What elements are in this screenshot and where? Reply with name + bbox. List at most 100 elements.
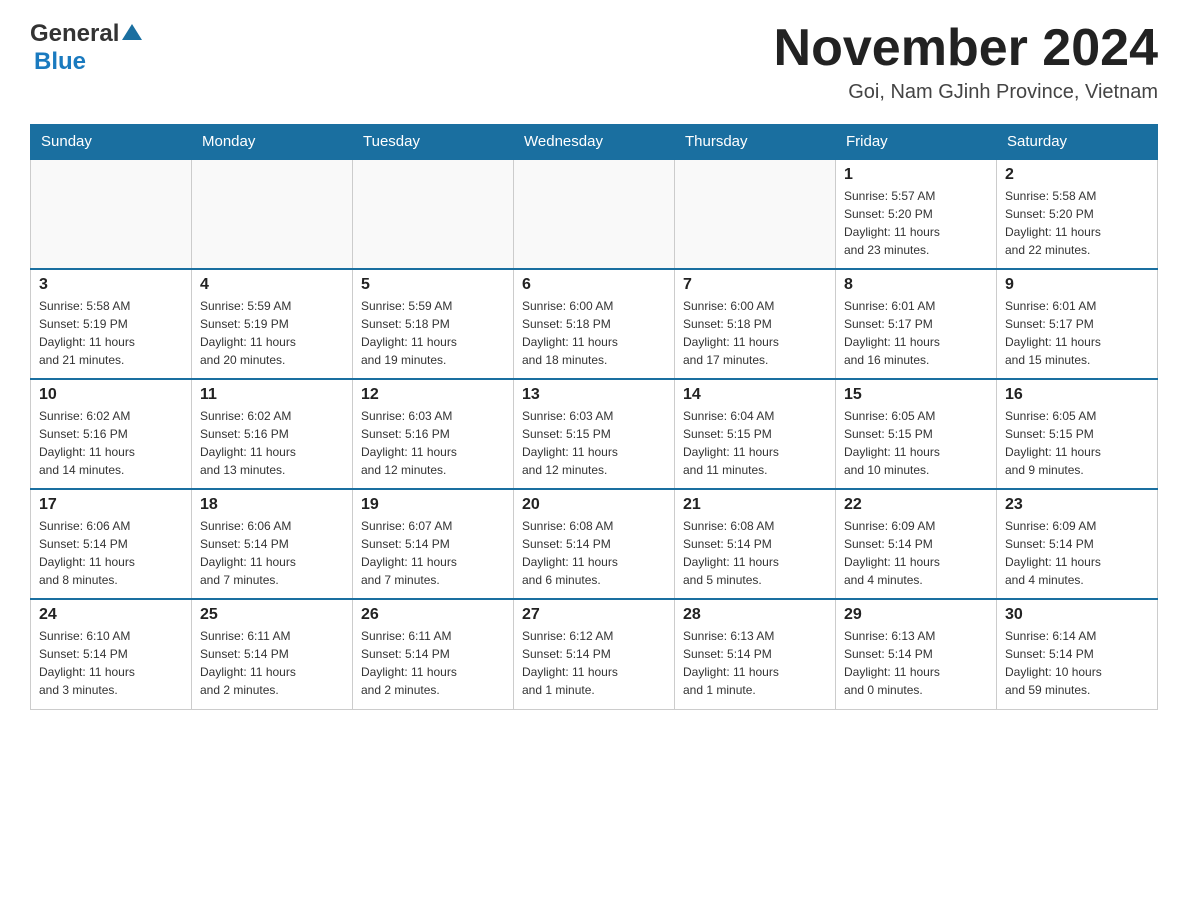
day-number: 13: [522, 386, 666, 404]
day-number: 28: [683, 606, 827, 624]
table-row: [353, 159, 514, 269]
table-row: 28 Sunrise: 6:13 AM Sunset: 5:14 PM Dayli…: [675, 599, 836, 709]
day-info: Sunrise: 6:11 AM Sunset: 5:14 PM Dayligh…: [361, 627, 505, 699]
day-number: 16: [1005, 386, 1149, 404]
day-number: 14: [683, 386, 827, 404]
calendar-week-row: 3 Sunrise: 5:58 AM Sunset: 5:19 PM Daylig…: [31, 269, 1158, 379]
day-number: 26: [361, 606, 505, 624]
day-info: Sunrise: 6:13 AM Sunset: 5:14 PM Dayligh…: [683, 627, 827, 699]
col-sunday: Sunday: [31, 125, 192, 160]
day-number: 6: [522, 276, 666, 294]
logo-general-text: General: [30, 20, 119, 48]
day-number: 30: [1005, 606, 1149, 624]
day-number: 24: [39, 606, 183, 624]
col-friday: Friday: [836, 125, 997, 160]
table-row: 22Sunrise: 6:09 AM Sunset: 5:14 PM Dayli…: [836, 489, 997, 599]
table-row: 23 Sunrise: 6:09 AM Sunset: 5:14 PM Dayli…: [997, 489, 1158, 599]
table-row: 21 Sunrise: 6:08 AM Sunset: 5:14 PM Dayli…: [675, 489, 836, 599]
day-number: 23: [1005, 496, 1149, 514]
calendar-header-row: Sunday Monday Tuesday Wednesday Thursday…: [31, 125, 1158, 160]
table-row: 3 Sunrise: 5:58 AM Sunset: 5:19 PM Daylig…: [31, 269, 192, 379]
day-info: Sunrise: 6:08 AM Sunset: 5:14 PM Dayligh…: [522, 517, 666, 589]
calendar-week-row: 17 Sunrise: 6:06 AM Sunset: 5:14 PM Dayli…: [31, 489, 1158, 599]
day-number: 8: [844, 276, 988, 294]
day-info: Sunrise: 6:01 AM Sunset: 5:17 PM Dayligh…: [1005, 297, 1149, 369]
day-info: Sunrise: 6:06 AM Sunset: 5:14 PM Dayligh…: [200, 517, 344, 589]
table-row: 16 Sunrise: 6:05 AM Sunset: 5:15 PM Dayli…: [997, 379, 1158, 489]
calendar-week-row: 1 Sunrise: 5:57 AM Sunset: 5:20 PM Daylig…: [31, 159, 1158, 269]
day-number: 18: [200, 496, 344, 514]
table-row: 7 Sunrise: 6:00 AM Sunset: 5:18 PM Daylig…: [675, 269, 836, 379]
col-wednesday: Wednesday: [514, 125, 675, 160]
calendar-week-row: 24Sunrise: 6:10 AM Sunset: 5:14 PM Dayli…: [31, 599, 1158, 709]
table-row: [31, 159, 192, 269]
table-row: [192, 159, 353, 269]
day-info: Sunrise: 6:01 AM Sunset: 5:17 PM Dayligh…: [844, 297, 988, 369]
col-monday: Monday: [192, 125, 353, 160]
table-row: 11Sunrise: 6:02 AM Sunset: 5:16 PM Dayli…: [192, 379, 353, 489]
col-tuesday: Tuesday: [353, 125, 514, 160]
day-number: 7: [683, 276, 827, 294]
table-row: 1 Sunrise: 5:57 AM Sunset: 5:20 PM Daylig…: [836, 159, 997, 269]
day-info: Sunrise: 6:00 AM Sunset: 5:18 PM Dayligh…: [683, 297, 827, 369]
day-info: Sunrise: 6:00 AM Sunset: 5:18 PM Dayligh…: [522, 297, 666, 369]
day-number: 5: [361, 276, 505, 294]
day-info: Sunrise: 6:13 AM Sunset: 5:14 PM Dayligh…: [844, 627, 988, 699]
day-info: Sunrise: 6:09 AM Sunset: 5:14 PM Dayligh…: [1005, 517, 1149, 589]
table-row: 24Sunrise: 6:10 AM Sunset: 5:14 PM Dayli…: [31, 599, 192, 709]
table-row: 13Sunrise: 6:03 AM Sunset: 5:15 PM Dayli…: [514, 379, 675, 489]
day-number: 1: [844, 166, 988, 184]
day-number: 19: [361, 496, 505, 514]
day-number: 9: [1005, 276, 1149, 294]
col-saturday: Saturday: [997, 125, 1158, 160]
table-row: 14 Sunrise: 6:04 AM Sunset: 5:15 PM Dayli…: [675, 379, 836, 489]
day-number: 4: [200, 276, 344, 294]
day-info: Sunrise: 5:59 AM Sunset: 5:19 PM Dayligh…: [200, 297, 344, 369]
table-row: 29Sunrise: 6:13 AM Sunset: 5:14 PM Dayli…: [836, 599, 997, 709]
day-info: Sunrise: 6:04 AM Sunset: 5:15 PM Dayligh…: [683, 407, 827, 479]
day-info: Sunrise: 6:07 AM Sunset: 5:14 PM Dayligh…: [361, 517, 505, 589]
day-info: Sunrise: 6:08 AM Sunset: 5:14 PM Dayligh…: [683, 517, 827, 589]
day-number: 20: [522, 496, 666, 514]
day-number: 10: [39, 386, 183, 404]
month-title: November 2024: [774, 20, 1158, 77]
table-row: 30Sunrise: 6:14 AM Sunset: 5:14 PM Dayli…: [997, 599, 1158, 709]
logo-blue-text: Blue: [34, 48, 86, 75]
table-row: 5 Sunrise: 5:59 AM Sunset: 5:18 PM Daylig…: [353, 269, 514, 379]
day-number: 22: [844, 496, 988, 514]
day-info: Sunrise: 6:11 AM Sunset: 5:14 PM Dayligh…: [200, 627, 344, 699]
logo: General Blue: [30, 20, 142, 76]
day-info: Sunrise: 5:59 AM Sunset: 5:18 PM Dayligh…: [361, 297, 505, 369]
day-info: Sunrise: 6:05 AM Sunset: 5:15 PM Dayligh…: [1005, 407, 1149, 479]
day-info: Sunrise: 6:05 AM Sunset: 5:15 PM Dayligh…: [844, 407, 988, 479]
day-number: 25: [200, 606, 344, 624]
day-number: 3: [39, 276, 183, 294]
title-block: November 2024 Goi, Nam GJinh Province, V…: [774, 20, 1158, 104]
table-row: [514, 159, 675, 269]
day-info: Sunrise: 6:02 AM Sunset: 5:16 PM Dayligh…: [39, 407, 183, 479]
table-row: 10 Sunrise: 6:02 AM Sunset: 5:16 PM Dayli…: [31, 379, 192, 489]
day-info: Sunrise: 5:58 AM Sunset: 5:19 PM Dayligh…: [39, 297, 183, 369]
day-number: 17: [39, 496, 183, 514]
table-row: 9 Sunrise: 6:01 AM Sunset: 5:17 PM Daylig…: [997, 269, 1158, 379]
table-row: 4 Sunrise: 5:59 AM Sunset: 5:19 PM Daylig…: [192, 269, 353, 379]
table-row: 20 Sunrise: 6:08 AM Sunset: 5:14 PM Dayli…: [514, 489, 675, 599]
day-number: 21: [683, 496, 827, 514]
col-thursday: Thursday: [675, 125, 836, 160]
table-row: [675, 159, 836, 269]
table-row: 12 Sunrise: 6:03 AM Sunset: 5:16 PM Dayli…: [353, 379, 514, 489]
table-row: 25 Sunrise: 6:11 AM Sunset: 5:14 PM Dayli…: [192, 599, 353, 709]
calendar-week-row: 10 Sunrise: 6:02 AM Sunset: 5:16 PM Dayli…: [31, 379, 1158, 489]
day-info: Sunrise: 6:12 AM Sunset: 5:14 PM Dayligh…: [522, 627, 666, 699]
day-number: 11: [200, 386, 344, 404]
day-info: Sunrise: 6:06 AM Sunset: 5:14 PM Dayligh…: [39, 517, 183, 589]
location-subtitle: Goi, Nam GJinh Province, Vietnam: [774, 81, 1158, 104]
day-info: Sunrise: 5:58 AM Sunset: 5:20 PM Dayligh…: [1005, 187, 1149, 259]
day-info: Sunrise: 6:03 AM Sunset: 5:16 PM Dayligh…: [361, 407, 505, 479]
table-row: 8 Sunrise: 6:01 AM Sunset: 5:17 PM Daylig…: [836, 269, 997, 379]
table-row: 2 Sunrise: 5:58 AM Sunset: 5:20 PM Daylig…: [997, 159, 1158, 269]
day-info: Sunrise: 5:57 AM Sunset: 5:20 PM Dayligh…: [844, 187, 988, 259]
table-row: 19 Sunrise: 6:07 AM Sunset: 5:14 PM Dayli…: [353, 489, 514, 599]
day-number: 2: [1005, 166, 1149, 184]
day-number: 12: [361, 386, 505, 404]
